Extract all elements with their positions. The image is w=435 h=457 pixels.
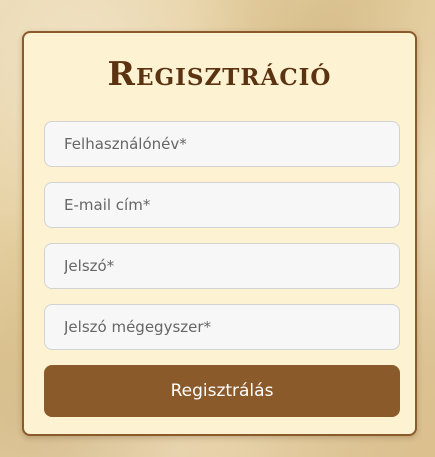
register-button[interactable]: Regisztrálás (44, 365, 400, 417)
password-input[interactable] (44, 243, 400, 289)
password-confirm-input[interactable] (44, 304, 400, 350)
username-input[interactable] (44, 121, 400, 167)
email-input[interactable] (44, 182, 400, 228)
registration-card: Regisztráció Regisztrálás (22, 31, 417, 436)
form-title: Regisztráció (107, 54, 332, 93)
